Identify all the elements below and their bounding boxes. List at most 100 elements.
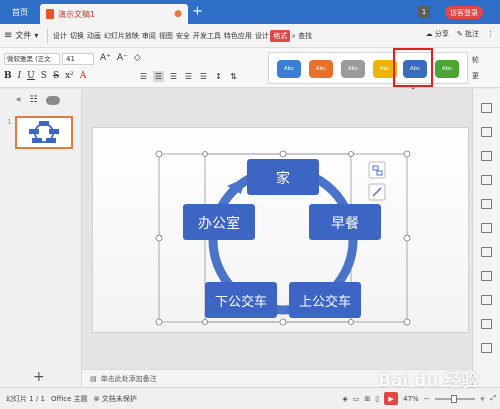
- slideshow-play-button[interactable]: ▶: [384, 392, 399, 405]
- zoom-out-button[interactable]: −: [424, 395, 430, 403]
- select-icon[interactable]: [481, 103, 492, 113]
- superscript-icon[interactable]: x²: [65, 71, 74, 81]
- outline-tool[interactable]: 轮: [472, 52, 498, 68]
- menu-item-view[interactable]: 视图: [157, 31, 174, 41]
- panel-right-tools: 轮 更: [472, 52, 498, 84]
- shadow-icon[interactable]: S: [41, 71, 47, 81]
- thumbnail-diagram: [29, 121, 59, 143]
- protection-status[interactable]: ⊗ 文档未保护: [94, 394, 137, 404]
- smartart-cycle-diagram[interactable]: 家 早餐 上公交车 下公交车 办公室: [93, 128, 470, 334]
- style-swatch-orange[interactable]: Abc: [309, 60, 333, 78]
- zoom-in-button[interactable]: +: [480, 395, 486, 403]
- node-board-bus-label: 上公交车: [299, 294, 351, 310]
- share-button[interactable]: ☁ 分享: [426, 29, 449, 39]
- help-icon[interactable]: [481, 343, 492, 353]
- comment-button[interactable]: ✎ 批注: [457, 29, 479, 39]
- style-swatch-blue[interactable]: Abc: [277, 60, 301, 78]
- copy-icon[interactable]: [481, 127, 492, 137]
- beautify-icon[interactable]: ◈: [342, 395, 347, 403]
- menu-item-review[interactable]: 审阅: [140, 31, 157, 41]
- more-icon[interactable]: ⋮: [487, 30, 494, 38]
- grow-font-icon[interactable]: A⁺: [100, 53, 111, 63]
- panel-view-switcher: « ☷: [16, 95, 60, 105]
- chart-icon[interactable]: [481, 223, 492, 233]
- reading-view-icon[interactable]: ▯: [375, 395, 379, 403]
- slide-counter: 幻灯片 1 / 1: [6, 394, 45, 403]
- menu-item-transitions[interactable]: 切换: [68, 31, 85, 41]
- menu-item-slideshow[interactable]: 幻灯片放映: [102, 31, 140, 41]
- shape-icon[interactable]: [481, 151, 492, 161]
- layout-options-button[interactable]: [368, 161, 386, 179]
- align-center-icon[interactable]: ☰: [153, 71, 164, 82]
- backup-icon[interactable]: [481, 319, 492, 329]
- text-style-tools: B I U S S x² A: [4, 71, 86, 81]
- menu-item-smartart-design[interactable]: 设计: [253, 31, 270, 41]
- close-icon[interactable]: ●: [174, 9, 182, 19]
- theme-name[interactable]: Office 主题: [51, 394, 88, 404]
- style-swatch-gray[interactable]: Abc: [341, 60, 365, 78]
- align-right-icon[interactable]: ☰: [168, 71, 179, 82]
- menu-item-design[interactable]: 设计: [51, 31, 68, 41]
- search-label: 查找: [298, 31, 313, 40]
- change-tool[interactable]: 更: [472, 68, 498, 84]
- protection-label: 文档未保护: [101, 394, 137, 403]
- animation-icon[interactable]: [481, 271, 492, 281]
- zoom-slider-thumb[interactable]: [450, 394, 457, 403]
- comment-label: 批注: [465, 30, 479, 38]
- node-breakfast[interactable]: 早餐: [309, 204, 381, 240]
- outline-icon[interactable]: ☷: [30, 95, 38, 105]
- edit-style-button[interactable]: [368, 183, 386, 201]
- collapse-icon[interactable]: «: [16, 95, 22, 105]
- zoom-slider[interactable]: [434, 394, 475, 403]
- menu-item-security[interactable]: 安全: [174, 31, 191, 41]
- underline-icon[interactable]: U: [27, 71, 35, 81]
- highlight-annotation: [393, 48, 433, 87]
- new-tab-button[interactable]: +: [192, 5, 203, 19]
- menu-item-format[interactable]: 格式: [270, 29, 291, 42]
- tab-document[interactable]: 演示文稿1 ●: [40, 4, 188, 24]
- shrink-font-icon[interactable]: A⁻: [117, 53, 128, 63]
- search-menu[interactable]: ⌕ 查找: [290, 31, 313, 41]
- table-icon[interactable]: [481, 247, 492, 257]
- menu-item-animation[interactable]: 动画: [85, 31, 102, 41]
- fit-window-icon[interactable]: ⤢: [490, 394, 496, 403]
- normal-view-icon[interactable]: ▭: [353, 395, 360, 403]
- strikethrough-icon[interactable]: S: [53, 71, 59, 81]
- node-board-bus[interactable]: 上公交车: [289, 282, 361, 318]
- font-family-select[interactable]: 微软雅黑 (正文: [4, 53, 60, 65]
- transition-icon[interactable]: [481, 295, 492, 305]
- file-menu[interactable]: ≡ 文件 ▾: [4, 30, 38, 41]
- style-swatch-green[interactable]: Abc: [435, 60, 459, 78]
- visitor-login-button[interactable]: 访客登录: [445, 6, 483, 19]
- bold-icon[interactable]: B: [4, 71, 12, 81]
- notes-placeholder: 单击此处添加备注: [100, 374, 157, 383]
- node-leave-bus[interactable]: 下公交车: [205, 282, 277, 318]
- shape-style-gallery: Abc Abc Abc Abc Abc Abc: [268, 52, 468, 84]
- distribute-icon[interactable]: ☰: [198, 71, 209, 82]
- sorter-view-icon[interactable]: ⊞: [364, 395, 370, 403]
- notes-icon: ▤: [90, 374, 97, 383]
- tab-home[interactable]: 首页: [0, 0, 40, 24]
- font-color-icon[interactable]: A: [80, 71, 87, 81]
- node-home[interactable]: 家: [247, 159, 319, 195]
- justify-icon[interactable]: ☰: [183, 71, 194, 82]
- line-spacing-icon[interactable]: ↕: [213, 71, 224, 82]
- image-icon[interactable]: [481, 175, 492, 185]
- text-direction-icon[interactable]: ⇅: [228, 71, 239, 82]
- menu-item-developer[interactable]: 开发工具: [191, 31, 222, 41]
- node-office[interactable]: 办公室: [183, 204, 255, 240]
- add-slide-button[interactable]: +: [33, 369, 45, 385]
- clear-format-icon[interactable]: ◇: [134, 53, 141, 63]
- italic-icon[interactable]: I: [18, 71, 22, 81]
- slide-thumbnail[interactable]: [15, 116, 73, 149]
- presentation-icon: [46, 9, 54, 19]
- slide-canvas[interactable]: 家 早餐 上公交车 下公交车 办公室: [92, 127, 469, 333]
- window-count-badge[interactable]: 1: [418, 6, 430, 18]
- zoom-level[interactable]: 47%: [403, 395, 419, 403]
- slides-view-toggle[interactable]: [45, 95, 60, 105]
- font-size-select[interactable]: 41: [62, 53, 94, 65]
- right-sidebar: [472, 89, 500, 387]
- menu-item-features[interactable]: 特色应用: [222, 31, 253, 41]
- align-left-icon[interactable]: ☰: [138, 71, 149, 82]
- settings-icon[interactable]: [481, 199, 492, 209]
